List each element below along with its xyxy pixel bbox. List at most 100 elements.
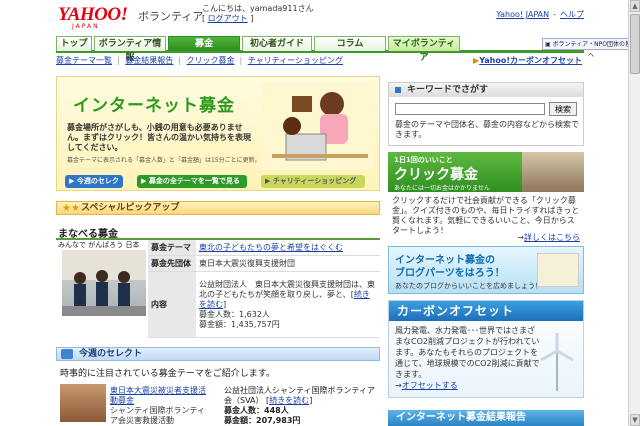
keyword-search-box: キーワードでさがす 検索 募金のテーマや団体名、募金の内容などから検索できます。 [388,82,584,146]
tab-beginner-guide[interactable]: 初心者ガイド [242,36,312,51]
info-key: 募金先団体 [148,255,196,272]
separator: - [553,10,556,19]
weekly-organization: シャンティ国際ボランティア会災害救援活動 [110,406,206,425]
keyword-description: 募金のテーマや団体名、募金の内容などから検索できます。 [395,120,579,139]
keyword-search-title: キーワードでさがす [407,85,489,95]
tab-top[interactable]: トップ [56,36,92,51]
weekly-select-button[interactable]: ▶ 今週のセレクト [65,175,123,198]
students-illustration [62,250,146,316]
weekly-select-label: 今週のセレクト [69,177,119,198]
info-key: 内容 [148,271,196,338]
hero-title: インターネット募金 [73,96,235,116]
offset-link[interactable]: →オフセットする [395,380,458,391]
children-photo [522,152,584,192]
tab-donation[interactable]: 募金 [168,36,240,51]
yahoo-japan-link[interactable]: Yahoo! JAPAN [496,10,549,19]
separator: | [178,56,181,65]
star-icon: ★★ [62,203,80,214]
yahoo-logo[interactable]: YAHOO! [58,5,128,24]
click-donation-banner[interactable]: 1日1回のいいこと クリック募金 あなたには一切お金はかかりません [388,152,584,192]
table-row: 内容 公益財団法人 東日本大震災復興支援財団は、東北の子どもたちが笑顔を取り戻し… [148,271,380,338]
content-text: 公益財団法人 東日本大震災復興支援財団は、東北の子どもたちが笑顔を取り戻し、夢と… [199,279,375,299]
students-photo[interactable] [62,250,146,316]
parts-title-2: ブログパーツをはろう！ [395,268,505,279]
parts-subtitle: あなたのブログからいいことを広めましょう！ [395,282,542,290]
carbon-offset-link[interactable]: ▶Yahoo!カーボンオフセット [473,55,584,66]
sub-nav: 募金テーマ一覧 | 募金結果報告 | クリック募金 | チャリティーショッピング ▶Y… [56,55,584,69]
hero-description: 募金場所がさがしも、小銭の用意も必要ありません。まずはクリック！皆さんの温かい気… [67,123,251,152]
greeting-text: こんにちは、yamada911さん [202,4,314,13]
special-pickup-title: スペシャルピックアップ [81,203,180,213]
weekly-photo[interactable] [60,384,106,422]
scroll-thumb[interactable] [630,14,640,74]
all-themes-button[interactable]: ▶ 募金の全テーマを一覧で見る [137,175,247,188]
scroll-up-icon[interactable]: ▲ [630,0,640,12]
table-row: 募金テーマ 東北の子どもたちの夢と希望をはぐくむ [148,240,380,256]
tab-column[interactable]: コラム [314,36,386,51]
weekly-description: 時事的に注目されている募金テーマをご紹介します。 [60,369,275,379]
blog-parts-banner[interactable]: インターネット募金の ブログパーツをはろう！ あなたのブログからいいことを広めま… [388,246,584,294]
subnav-click-donation[interactable]: クリック募金 [187,56,235,65]
table-row: 募金先団体 東日本大震災復興支援財団 [148,255,380,272]
charity-shopping-button[interactable]: ▶ チャリティーショッピング [261,175,365,188]
keyword-input[interactable] [395,103,545,115]
tab-my-volunteer[interactable]: マイボランティア [388,36,460,63]
greeting: こんにちは、yamada911さん [ ログアウト ] [202,4,314,24]
offset-label: オフセットする [401,381,458,390]
special-pickup-header: ★★ スペシャルピックアップ [56,201,380,215]
top-links: Yahoo! JAPAN - ヘルプ [492,9,584,20]
site-header: YAHOO! JAPAN ボランティア こんにちは、yamada911さん [ … [0,0,640,34]
weekly-select-header: 今週のセレクト [56,347,380,361]
arrow-right-icon: → [517,233,524,242]
vertical-scrollbar[interactable]: ▲ ▼ [628,0,640,426]
subnav-theme-list[interactable]: 募金テーマ一覧 [56,56,112,65]
help-link[interactable]: ヘルプ [560,10,584,19]
weekly-people: 募金人数：448人 [224,406,289,415]
click-banner-foot: あなたには一切お金はかかりません [394,185,490,192]
charity-shopping-label: チャリティーショッピング [272,177,357,185]
scroll-down-icon[interactable]: ▼ [630,414,640,426]
keyword-search-header: キーワードでさがす [389,83,583,97]
theme-link[interactable]: 東北の子どもたちの夢と希望をはぐくむ [199,243,343,252]
info-value: 東日本大震災復興支援財団 [196,255,380,272]
hero-banner: インターネット募金 募金場所がさがしも、小銭の用意も必要ありません。まずはクリッ… [56,76,380,198]
click-more-link[interactable]: →詳しくはこちら [517,232,580,243]
weekly-theme-link[interactable]: 東日本大震災被災者支援活動募金 [110,386,206,406]
logout-link[interactable]: ログアウト [208,14,248,23]
partner-link[interactable]: ▣ ボランティア・NPO団体の皆様へ [542,38,640,59]
weekly-icon [61,349,73,359]
carbon-offset-banner[interactable]: カーボンオフセット [389,301,583,321]
donation-result-report-banner[interactable]: インターネット募金結果報告 [388,410,584,426]
info-value: 東北の子どもたちの夢と希望をはぐくむ [196,240,380,256]
blog-parts-thumbnail [537,253,579,287]
click-description: クリックするだけで社会貢献ができる「クリック募金」。クイズ付きのものや、毎日トラ… [392,196,580,235]
service-name[interactable]: ボランティア [138,8,203,24]
weekly-select-title: 今週のセレクト [79,349,143,359]
hero-note: 募金テーマに表示される「募金人数」と「募金額」は15分ごとに更新。 [67,157,261,164]
carbon-offset-label: Yahoo!カーボンオフセット [479,56,582,65]
photo-caption: みんなで がんばろう 日本 [58,241,140,249]
yahoo-logo-sub: JAPAN [72,23,100,30]
click-donation-box: 1日1回のいいこと クリック募金 あなたには一切お金はかかりません クリックする… [388,152,584,242]
hero-illustration [262,82,374,170]
bullet-icon [395,87,401,93]
partner-icon: ▣ [544,41,551,48]
amount: 募金額：1,435,757円 [199,319,280,329]
search-button[interactable]: 検索 [549,102,577,116]
tab-volunteer-info[interactable]: ボランティア情報 [94,36,166,63]
people-count: 募金人数：1,632人 [199,309,270,319]
subnav-charity-shopping[interactable]: チャリティーショッピング [248,56,343,65]
click-more-label: 詳しくはこちら [524,233,580,242]
separator: | [117,56,120,65]
all-themes-label: 募金の全テーマを一覧で見る [148,177,240,185]
weekly-details: 公益社団法人シャンティ国際ボランティア会（SVA） [続きを読む] 募金人数：4… [224,386,376,425]
info-value: 公益財団法人 東日本大震災復興支援財団は、東北の子どもたちが笑顔を取り戻し、夢と… [196,271,380,338]
info-key: 募金テーマ [148,240,196,256]
carbon-description: 風力発電、水力発電･･･世界ではさまざまなCO2削減プロジェクトが行われています… [395,326,540,379]
arrow-right-icon: → [395,381,402,390]
separator: | [239,56,243,65]
carbon-offset-box: カーボンオフセット 風力発電、水力発電･･･世界ではさまざまなCO2削減プロジェ… [388,300,584,398]
subnav-result-report[interactable]: 募金結果報告 [125,56,173,65]
weekly-amount: 募金額：207,983円 [224,416,301,425]
weekly-read-more[interactable]: 続きを読む [269,396,309,405]
